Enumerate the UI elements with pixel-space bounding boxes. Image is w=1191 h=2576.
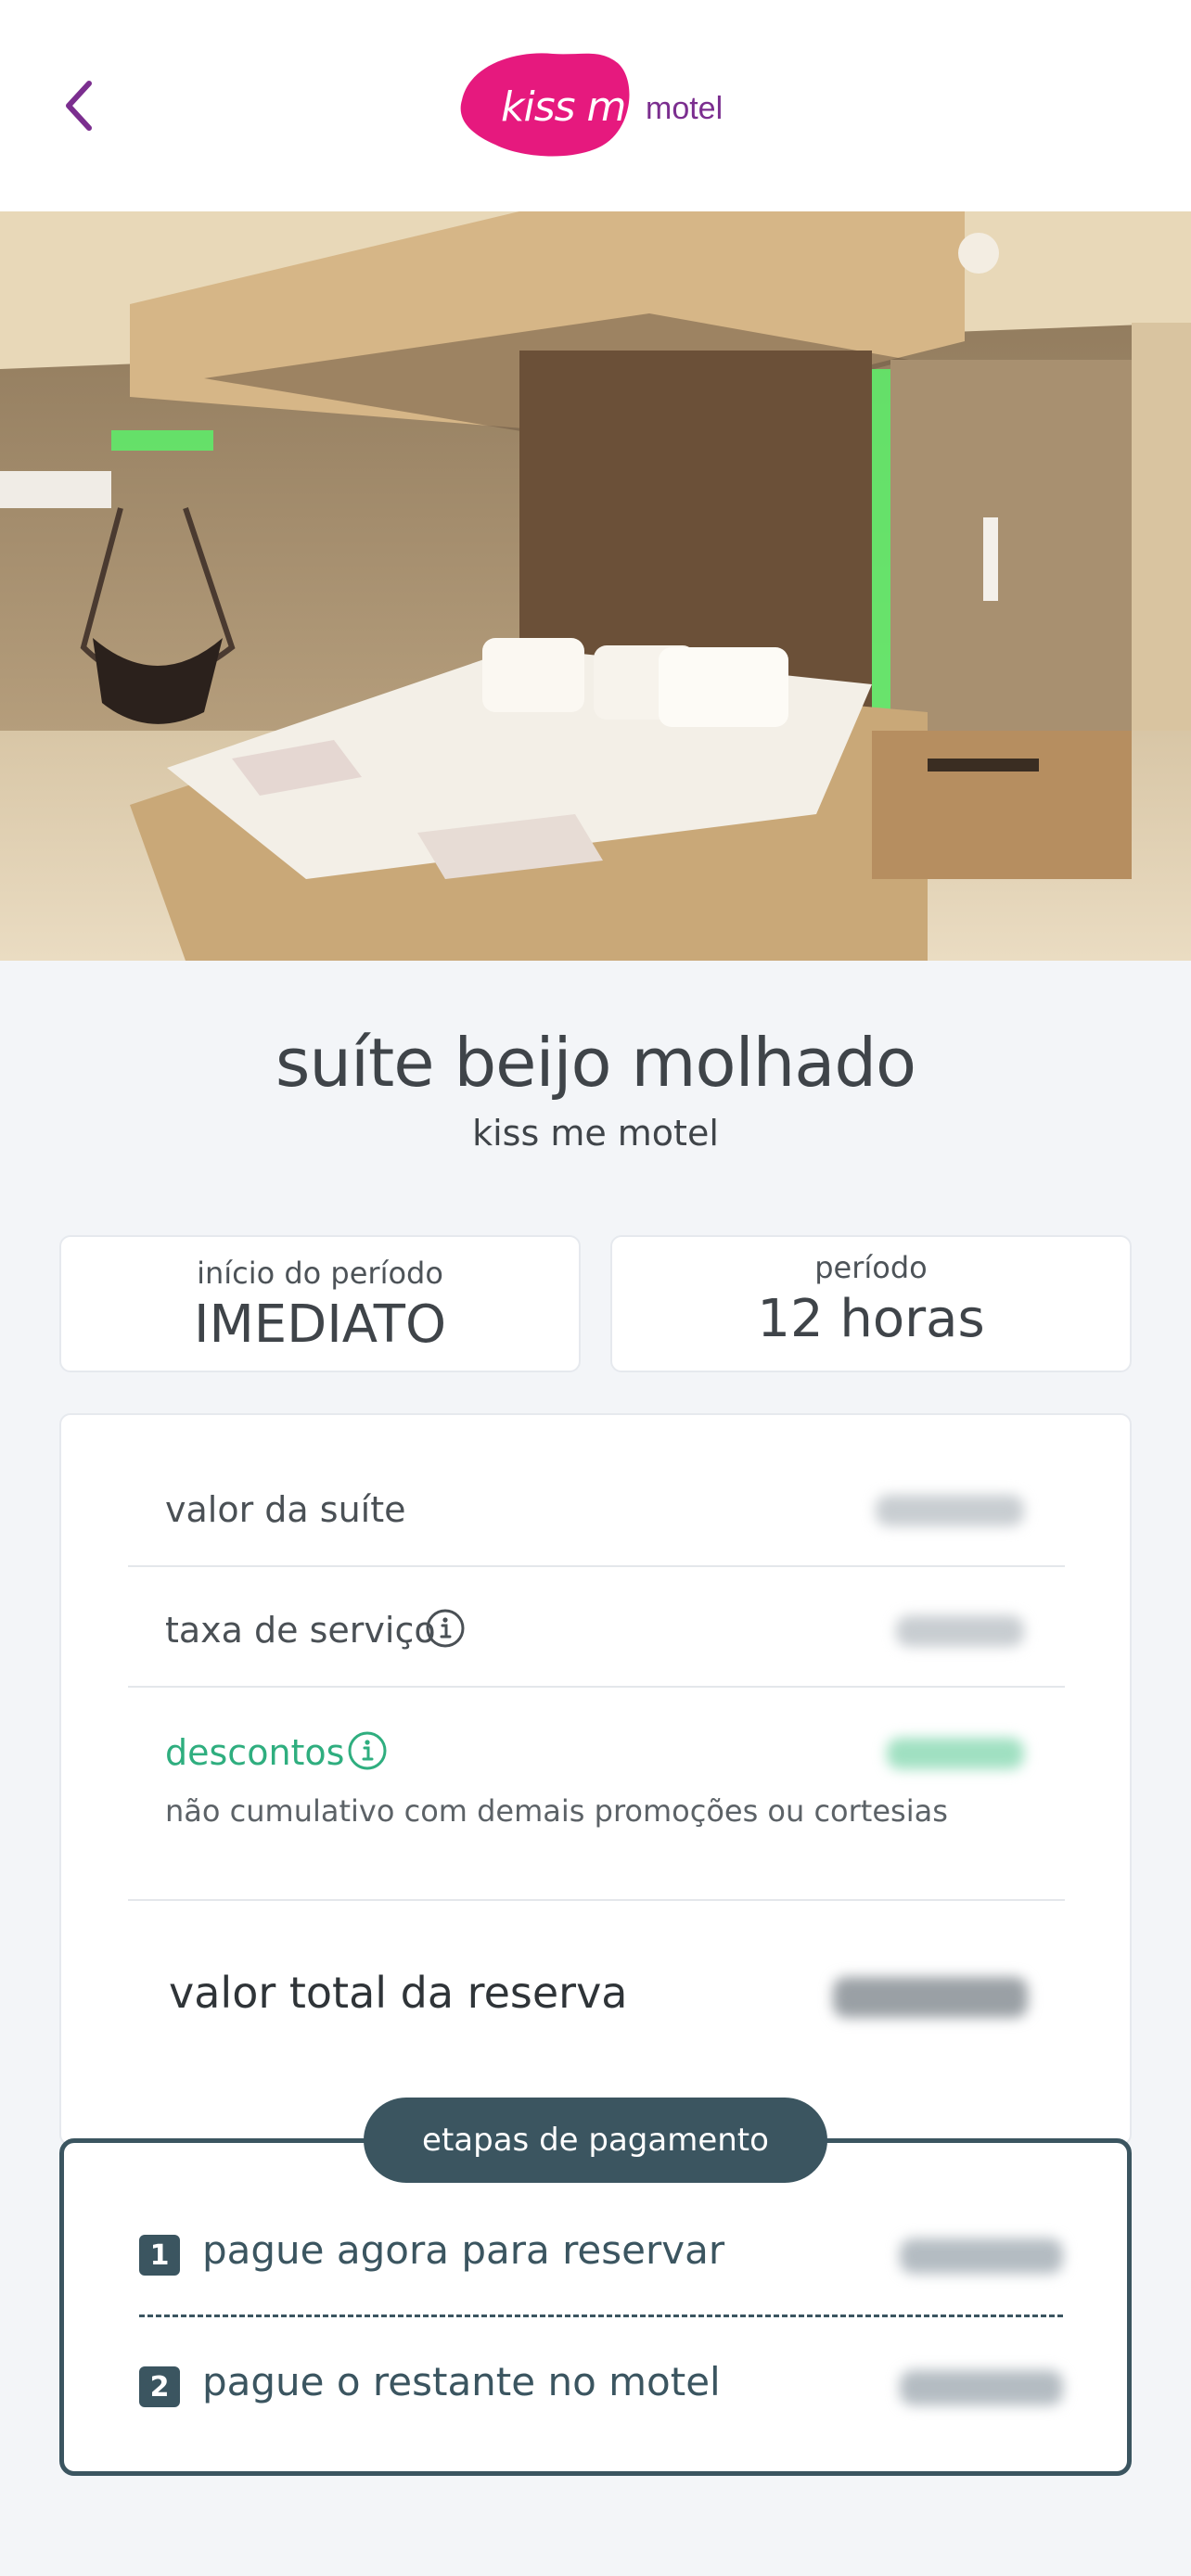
top-bar: kiss me motel	[0, 0, 1191, 211]
steps-dashed-divider	[139, 2315, 1063, 2317]
row-divider	[128, 1686, 1065, 1688]
total-amount	[833, 1977, 1028, 2018]
logo-kiss-text: kiss me	[501, 83, 650, 131]
discounts-amount	[887, 1738, 1024, 1769]
service-fee-amount	[896, 1615, 1024, 1647]
step-number-2: 2	[139, 2366, 180, 2407]
step-amount-pay-now	[900, 2238, 1063, 2274]
payment-steps-title: etapas de pagamento	[364, 2098, 827, 2183]
period-start-value: IMEDIATO	[193, 1294, 447, 1355]
chevron-left-icon	[66, 81, 92, 131]
kiss-me-motel-logo: kiss me motel	[451, 43, 729, 163]
payment-steps-box	[59, 2138, 1132, 2476]
row-divider	[128, 1899, 1065, 1901]
period-duration-label: período	[814, 1250, 928, 1285]
step-number-1: 1	[139, 2235, 180, 2276]
total-label: valor total da reserva	[169, 1968, 628, 2018]
row-divider	[128, 1565, 1065, 1567]
price-summary-card: valor da suíte taxa de serviço descontos…	[59, 1413, 1132, 2146]
period-start-card[interactable]: início do período IMEDIATO	[59, 1235, 581, 1372]
step-label-pay-now: pague agora para reservar	[202, 2227, 725, 2273]
step-amount-pay-at-motel	[900, 2370, 1063, 2405]
service-fee-label: taxa de serviço	[165, 1610, 436, 1651]
suite-photo-gallery[interactable]	[0, 211, 1191, 961]
discounts-note: não cumulativo com demais promoções ou c…	[165, 1793, 948, 1829]
period-duration-value: 12 horas	[757, 1289, 985, 1349]
step-label-pay-at-motel: pague o restante no motel	[202, 2359, 721, 2404]
suite-value-label: valor da suíte	[165, 1489, 406, 1530]
back-button[interactable]	[48, 72, 108, 139]
logo-motel-text: motel	[646, 91, 724, 126]
period-duration-card[interactable]: período 12 horas	[610, 1235, 1132, 1372]
motel-name: kiss me motel	[472, 1113, 719, 1154]
suite-value-amount	[876, 1495, 1024, 1526]
service-fee-info-icon[interactable]	[425, 1608, 466, 1649]
discounts-label: descontos	[165, 1732, 345, 1773]
suite-title: suíte beijo molhado	[275, 1024, 916, 1102]
discounts-info-icon[interactable]	[347, 1730, 388, 1771]
suite-photo	[0, 211, 1191, 961]
period-start-label: início do período	[197, 1256, 443, 1291]
